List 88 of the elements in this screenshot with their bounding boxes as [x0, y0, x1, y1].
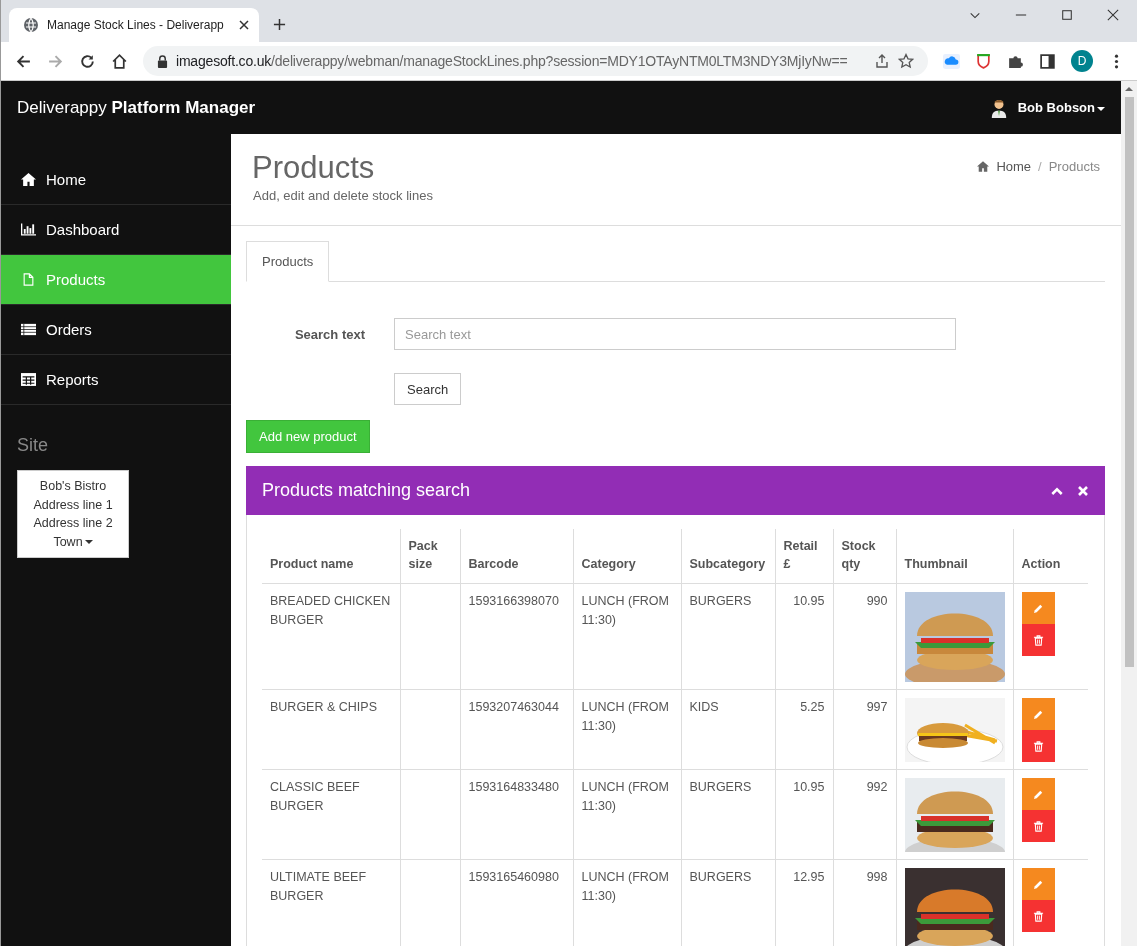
page-subtitle: Add, edit and delete stock lines: [252, 188, 433, 203]
scrollbar[interactable]: [1121, 81, 1137, 946]
share-icon[interactable]: [874, 53, 890, 69]
breadcrumb-separator: /: [1038, 158, 1042, 174]
table-cell: 997: [833, 689, 896, 770]
reload-icon[interactable]: [79, 52, 96, 70]
brand-title: Deliverappy Platform Manager: [17, 97, 256, 118]
column-header: Subcategory: [681, 529, 775, 584]
trash-icon: [1032, 634, 1044, 646]
home-icon: [977, 160, 990, 172]
search-field[interactable]: Search text: [394, 318, 956, 350]
column-header: Action: [1013, 529, 1088, 584]
delete-button[interactable]: [1021, 624, 1055, 656]
table-cell: LUNCH (FROM 11:30): [573, 689, 681, 770]
url-text: imagesoft.co.uk/deliverappy/webman/manageStockLines.php?session=MDY1OTAyNTM0LTM3NDY3MjIyNw==: [176, 53, 849, 69]
column-header: Retail £: [775, 529, 833, 584]
search-button[interactable]: Search: [394, 373, 462, 405]
trash-icon: [1032, 820, 1044, 832]
table-icon: [21, 373, 36, 386]
column-header: Barcode: [460, 529, 573, 584]
new-tab-icon[interactable]: [273, 18, 286, 31]
pencil-icon: [1032, 878, 1044, 890]
scroll-up-icon[interactable]: [1125, 86, 1133, 91]
breadcrumb-link[interactable]: Home: [996, 158, 1032, 174]
delete-button[interactable]: [1021, 900, 1055, 932]
table-cell: BURGERS: [681, 769, 775, 860]
address-bar[interactable]: imagesoft.co.uk/deliverappy/webman/manageStockLines.php?session=MDY1OTAyNTM0LTM3NDY3MjIyNw==: [143, 46, 928, 76]
table-cell: LUNCH (FROM 11:30): [573, 583, 681, 690]
table-cell: LUNCH (FROM 11:30): [573, 769, 681, 860]
table-cell: 10.95: [775, 583, 833, 690]
globe-icon: [23, 17, 39, 33]
table-cell: 992: [833, 769, 896, 860]
site-heading: Site: [16, 434, 50, 457]
table-cell: 1593164833480: [460, 769, 573, 860]
file-icon: [21, 273, 36, 286]
cloud-icon[interactable]: [943, 52, 960, 70]
close-icon[interactable]: [1107, 9, 1119, 21]
panel-title: Products matching search: [262, 480, 471, 501]
table-cell: KIDS: [681, 689, 775, 770]
trash-icon: [1032, 910, 1044, 922]
profile-avatar[interactable]: D: [1071, 50, 1093, 72]
column-header: Product name: [262, 529, 400, 584]
table-cell: 998: [833, 859, 896, 946]
site-selector[interactable]: Bob's Bistro Address line 1 Address line 2 Town: [17, 470, 129, 558]
page-title: Products: [252, 150, 376, 186]
table-cell: CLASSIC BEEF BURGER: [262, 769, 400, 860]
tab[interactable]: Products: [246, 241, 330, 282]
close-icon[interactable]: [239, 20, 249, 30]
pencil-icon: [1032, 602, 1044, 614]
table-cell: 1593165460980: [460, 859, 573, 946]
table-cell: 990: [833, 583, 896, 690]
user-menu[interactable]: Bob Bobson: [1017, 100, 1105, 115]
table-cell: BURGER & CHIPS: [262, 689, 400, 770]
breadcrumb-link[interactable]: Products: [1048, 158, 1100, 174]
table-cell: 10.95: [775, 769, 833, 860]
table-cell: LUNCH (FROM 11:30): [573, 859, 681, 946]
collapse-icon[interactable]: [1051, 485, 1063, 496]
table-cell: BURGERS: [681, 583, 775, 690]
column-header: Thumbnail: [896, 529, 1013, 584]
scroll-thumb[interactable]: [1124, 97, 1134, 667]
trash-icon: [1032, 740, 1044, 752]
column-header: Category: [573, 529, 681, 584]
delete-button[interactable]: [1021, 810, 1055, 842]
table-cell: 5.25: [775, 689, 833, 770]
bar-chart-icon: [21, 223, 36, 236]
table-cell: 12.95: [775, 859, 833, 946]
table-cell: BREADED CHICKEN BURGER: [262, 583, 400, 690]
column-header: Pack size: [400, 529, 460, 584]
table-cell: BURGERS: [681, 859, 775, 946]
star-icon[interactable]: [898, 53, 914, 69]
column-header: Stock qty: [833, 529, 896, 584]
lock-icon: [157, 54, 168, 68]
table-cell: 1593166398070: [460, 583, 573, 690]
pencil-icon: [1032, 788, 1044, 800]
list-icon: [21, 323, 36, 336]
home-icon[interactable]: [111, 52, 128, 70]
delete-button[interactable]: [1021, 730, 1055, 762]
user-icon: [989, 97, 1008, 118]
tab-title: Manage Stock Lines - Deliverapp: [47, 18, 225, 32]
search-label: Search text: [293, 326, 366, 342]
home-icon: [21, 173, 36, 186]
table-cell: 1593207463044: [460, 689, 573, 770]
maximize-icon[interactable]: [1061, 9, 1073, 21]
table-cell: ULTIMATE BEEF BURGER: [262, 859, 400, 946]
side-panel-icon[interactable]: [1039, 52, 1056, 70]
shield-icon[interactable]: [975, 52, 992, 70]
pencil-icon: [1032, 708, 1044, 720]
browser-tab[interactable]: Manage Stock Lines - Deliverapp: [9, 8, 259, 42]
